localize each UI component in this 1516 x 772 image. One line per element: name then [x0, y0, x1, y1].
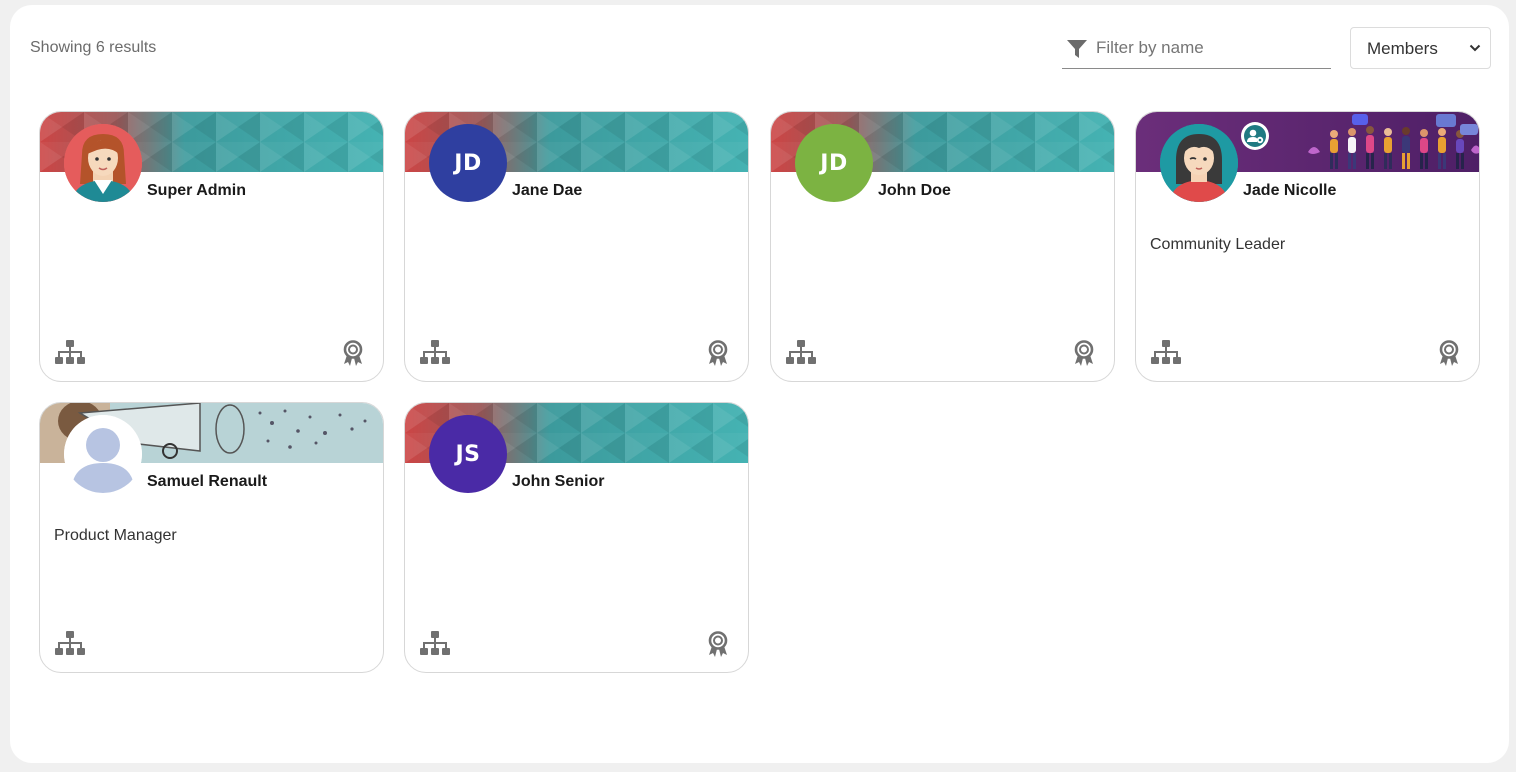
- member-name[interactable]: Jane Dae: [512, 182, 582, 200]
- user-gear-icon: [1241, 122, 1269, 150]
- org-chart-icon[interactable]: [1150, 340, 1182, 366]
- member-name[interactable]: Jade Nicolle: [1243, 182, 1336, 200]
- avatar[interactable]: JS: [429, 415, 507, 493]
- avatar-initials: JS: [455, 441, 481, 467]
- filter-input[interactable]: [1096, 35, 1321, 61]
- member-name[interactable]: Samuel Renault: [147, 473, 267, 491]
- member-role: Product Manager: [54, 527, 177, 544]
- avatar[interactable]: [64, 415, 142, 493]
- award-badge-icon[interactable]: [342, 340, 364, 367]
- results-count: Showing 6 results: [30, 39, 157, 56]
- member-type-select[interactable]: Members: [1350, 27, 1491, 69]
- member-card[interactable]: Samuel Renault Product Manager: [39, 402, 384, 673]
- award-badge-icon[interactable]: [707, 631, 729, 658]
- avatar[interactable]: JD: [429, 124, 507, 202]
- org-chart-icon[interactable]: [785, 340, 817, 366]
- org-chart-icon[interactable]: [54, 631, 86, 657]
- member-card[interactable]: Jade Nicolle Community Leader: [1135, 111, 1480, 382]
- member-name[interactable]: John Doe: [878, 182, 951, 200]
- member-name[interactable]: Super Admin: [147, 182, 246, 200]
- member-card[interactable]: JS John Senior: [404, 402, 749, 673]
- award-badge-icon[interactable]: [1438, 340, 1460, 367]
- avatar-initials: JD: [454, 150, 482, 176]
- award-badge-icon[interactable]: [1073, 340, 1095, 367]
- org-chart-icon[interactable]: [419, 631, 451, 657]
- filter-icon: [1067, 40, 1087, 58]
- member-card[interactable]: JD Jane Dae: [404, 111, 749, 382]
- org-chart-icon[interactable]: [419, 340, 451, 366]
- avatar[interactable]: [1160, 124, 1238, 202]
- chevron-down-icon: [1469, 44, 1481, 52]
- org-chart-icon[interactable]: [54, 340, 86, 366]
- avatar[interactable]: [64, 124, 142, 202]
- avatar-initials: JD: [820, 150, 848, 176]
- member-card[interactable]: JD John Doe: [770, 111, 1115, 382]
- name-filter[interactable]: [1062, 29, 1331, 69]
- select-value: Members: [1367, 39, 1438, 58]
- avatar[interactable]: JD: [795, 124, 873, 202]
- member-role: Community Leader: [1150, 236, 1286, 253]
- member-name[interactable]: John Senior: [512, 473, 604, 491]
- member-card[interactable]: Super Admin: [39, 111, 384, 382]
- award-badge-icon[interactable]: [707, 340, 729, 367]
